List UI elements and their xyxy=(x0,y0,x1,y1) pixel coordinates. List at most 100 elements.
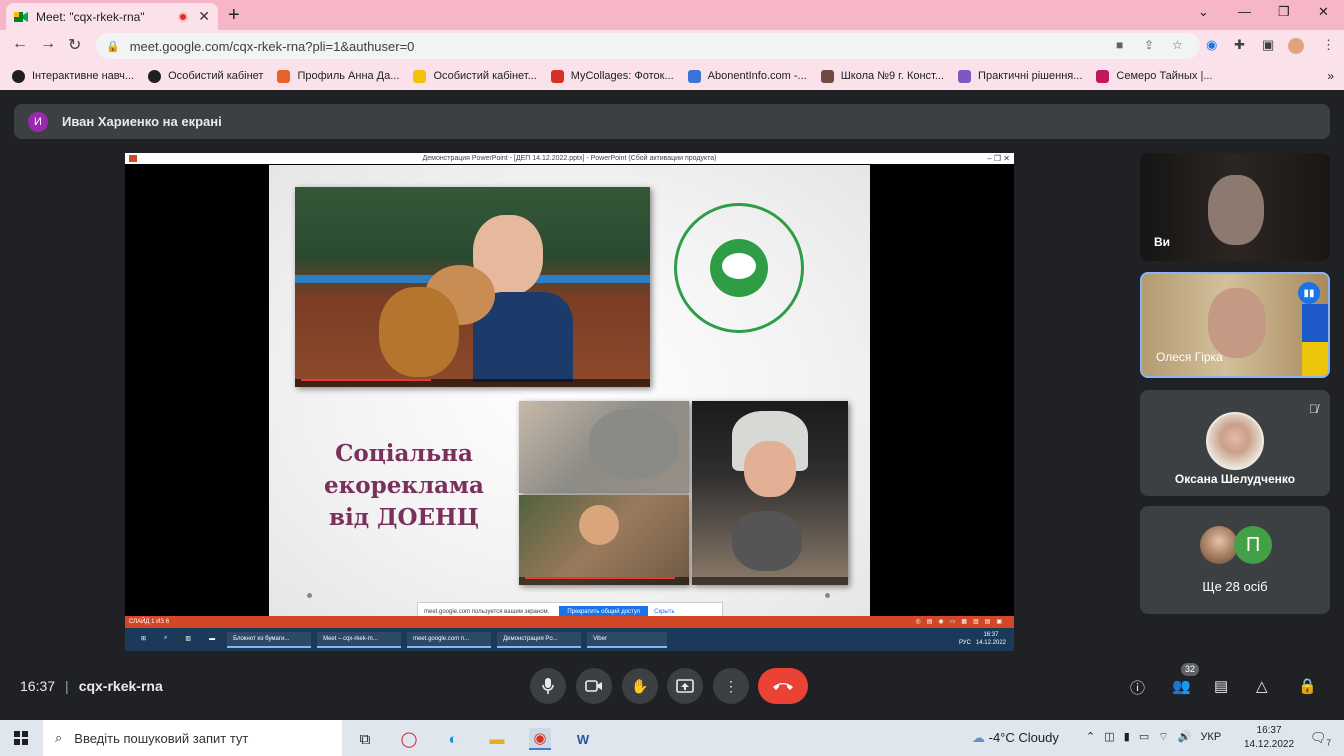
remote-folder-icon: ▬ xyxy=(209,635,216,642)
bookmarks-bar: Інтерактивне навч... Особистий кабінет П… xyxy=(0,62,1344,90)
video-progress[interactable] xyxy=(301,379,431,381)
participant-tile-active-speaker[interactable]: ▮▮ Олеся Гірка xyxy=(1140,272,1330,378)
bookmark-item[interactable]: MyCollages: Фоток... xyxy=(550,69,674,83)
bookmark-item[interactable]: Семеро Тайных |... xyxy=(1096,69,1213,83)
powerpoint-window-controls: – ❐ ✕ xyxy=(987,154,1010,163)
meet-favicon-icon xyxy=(14,11,28,22)
new-tab-button[interactable]: + xyxy=(228,4,240,27)
present-screen-button[interactable] xyxy=(667,668,703,704)
maximize-button[interactable]: ❐ xyxy=(1278,4,1290,20)
chat-icon[interactable]: ▤ xyxy=(1214,677,1228,695)
side-panel-icon[interactable]: ▣ xyxy=(1262,37,1274,53)
meeting-code: cqx-rkek-rna xyxy=(78,678,163,694)
slide-dot xyxy=(307,593,312,598)
lock-icon[interactable]: 🔒 xyxy=(106,40,120,53)
taskbar-clock[interactable]: 16:37 14.12.2022 xyxy=(1244,724,1294,752)
logo-globe-center xyxy=(722,253,756,279)
input-language: УКР xyxy=(1200,731,1222,743)
more-vert-icon: ⋮ xyxy=(724,677,738,694)
taskbar-date: 14.12.2022 xyxy=(1244,739,1295,750)
menu-dots-icon[interactable]: ⋮ xyxy=(1322,37,1335,53)
participant-tile-you[interactable]: Ви xyxy=(1140,153,1330,261)
host-controls-icon[interactable]: 🔒 xyxy=(1298,677,1317,695)
camera-button[interactable] xyxy=(576,668,612,704)
more-options-button[interactable]: ⋮ xyxy=(713,668,749,704)
child-face xyxy=(579,505,619,545)
forward-icon[interactable]: → xyxy=(40,35,56,53)
meeting-time: 16:37 xyxy=(20,678,56,694)
task-view-icon[interactable]: ⧉ xyxy=(354,728,376,750)
book-icon xyxy=(1096,69,1110,83)
camera-in-use-icon[interactable]: ■ xyxy=(1116,38,1123,52)
bookmark-item[interactable]: Особистий кабінет... xyxy=(413,69,537,83)
shared-screen: Демонстрация PowerPoint - [ДЕП 14.12.202… xyxy=(125,153,1014,651)
presenter-bar: И Иван Хариенко на екрані xyxy=(14,104,1330,139)
remote-taskview-icon: ▥ xyxy=(185,636,192,642)
word-icon[interactable]: W xyxy=(572,728,594,750)
activities-icon[interactable]: △ xyxy=(1256,677,1268,695)
more-participants-tile[interactable]: П Ще 28 осіб xyxy=(1140,506,1330,614)
browser-tab-meet[interactable]: Meet: "cqx-rkek-rna" ✕ xyxy=(6,3,218,30)
profile-avatar[interactable] xyxy=(1288,38,1304,54)
meeting-details-icon[interactable]: ⓘ xyxy=(1130,677,1145,698)
notifications-icon[interactable]: 🗨7 xyxy=(1310,730,1331,748)
taskbar-search-input[interactable]: ⌕ Введіть пошуковий запит тут xyxy=(43,720,342,756)
system-tray[interactable]: ⌃ ◫ ▮ ▭ ⌔ 🔊 УКР xyxy=(1086,730,1221,744)
windows-start-icon[interactable] xyxy=(14,731,28,745)
people-icon[interactable]: 👥 xyxy=(1172,677,1191,695)
participant-tile[interactable]: 🎙̸ Оксана Шелудченко xyxy=(1140,390,1330,496)
speaking-indicator-icon: ▮▮ xyxy=(1298,282,1320,304)
weather-widget[interactable]: ☁ -4°C Cloudy xyxy=(972,730,1059,746)
more-bookmarks-icon[interactable]: » xyxy=(1327,69,1334,83)
powerpoint-statusbar: СЛАЙД 1 ИЗ 6 ◎▤◉▭▦▥▤▣ xyxy=(125,616,1014,628)
people-count-badge: 32 xyxy=(1181,663,1199,676)
tab-search-icon[interactable]: ⌄ xyxy=(1198,4,1209,20)
close-tab-icon[interactable]: ✕ xyxy=(198,8,210,25)
slide-title: Соціальна екореклама від ДОЕНЦ xyxy=(309,438,499,534)
participant-video xyxy=(1208,288,1266,358)
mic-off-icon: 🎙̸ xyxy=(1309,402,1318,416)
slide-counter: СЛАЙД 1 ИЗ 6 xyxy=(129,619,170,625)
minimize-button[interactable]: — xyxy=(1238,4,1251,19)
bookmark-item[interactable]: Практичні рішення... xyxy=(958,69,1082,83)
slide-title-line2: екореклама xyxy=(324,472,484,499)
close-window-button[interactable]: ✕ xyxy=(1318,4,1329,20)
edge-icon[interactable]: ◐ xyxy=(442,728,464,750)
tab-strip: Meet: "cqx-rkek-rna" ✕ + ⌄ — ❐ ✕ xyxy=(0,0,1344,30)
present-icon xyxy=(676,679,694,693)
remote-task: meet.google.com п... xyxy=(407,631,492,648)
notification-count: 7 xyxy=(1326,738,1331,748)
microphone-button[interactable] xyxy=(530,668,566,704)
bookmark-item[interactable]: Школа №9 г. Конст... xyxy=(820,69,944,83)
heart-icon xyxy=(550,69,564,83)
photo-cat-grey xyxy=(519,401,689,493)
file-explorer-icon[interactable]: ▬ xyxy=(486,728,508,750)
address-bar[interactable]: 🔒 meet.google.com/cqx-rkek-rna?pli=1&aut… xyxy=(96,33,1200,59)
raise-hand-button[interactable]: ✋ xyxy=(622,668,658,704)
end-call-icon xyxy=(773,683,793,690)
bookmark-item[interactable]: Інтерактивне навч... xyxy=(12,69,134,83)
participant-name: Ви xyxy=(1154,235,1171,249)
leave-call-button[interactable] xyxy=(758,668,808,704)
reload-icon[interactable]: ↻ xyxy=(68,35,81,55)
meet-control-bar: 16:37 | cqx-rkek-rna ✋ ⋮ ⓘ 👥 32 ▤ △ 🔒 xyxy=(0,660,1344,718)
remote-search-icon: ⌕ xyxy=(164,635,168,641)
remote-task: Блокнот из бумаги... xyxy=(227,631,312,648)
hide-banner-button[interactable]: Скрыть xyxy=(654,609,674,615)
profile-site-icon xyxy=(277,69,291,83)
chrome-icon[interactable]: ◉ xyxy=(529,728,551,750)
share-icon[interactable]: ⇪ xyxy=(1144,38,1154,52)
cabinet-y-icon xyxy=(413,69,427,83)
extension-icon[interactable]: ◉ xyxy=(1206,37,1217,53)
extensions-puzzle-icon[interactable]: ✚ xyxy=(1234,37,1245,53)
video-progress[interactable] xyxy=(525,577,675,579)
windows-taskbar: ⌕ Введіть пошуковий запит тут ⧉ ◯ ◐ ▬ ◉ … xyxy=(0,720,1344,756)
bookmark-item[interactable]: Профиль Анна Да... xyxy=(277,69,399,83)
bookmark-item[interactable]: AbonentInfo.com -... xyxy=(687,69,807,83)
opera-icon[interactable]: ◯ xyxy=(398,728,420,750)
video-controls[interactable] xyxy=(692,577,848,585)
url-text[interactable]: meet.google.com/cqx-rkek-rna?pli=1&authu… xyxy=(130,39,415,54)
back-icon[interactable]: ← xyxy=(12,35,28,53)
bookmark-star-icon[interactable]: ☆ xyxy=(1172,38,1183,52)
bookmark-item[interactable]: Особистий кабінет xyxy=(148,69,263,83)
